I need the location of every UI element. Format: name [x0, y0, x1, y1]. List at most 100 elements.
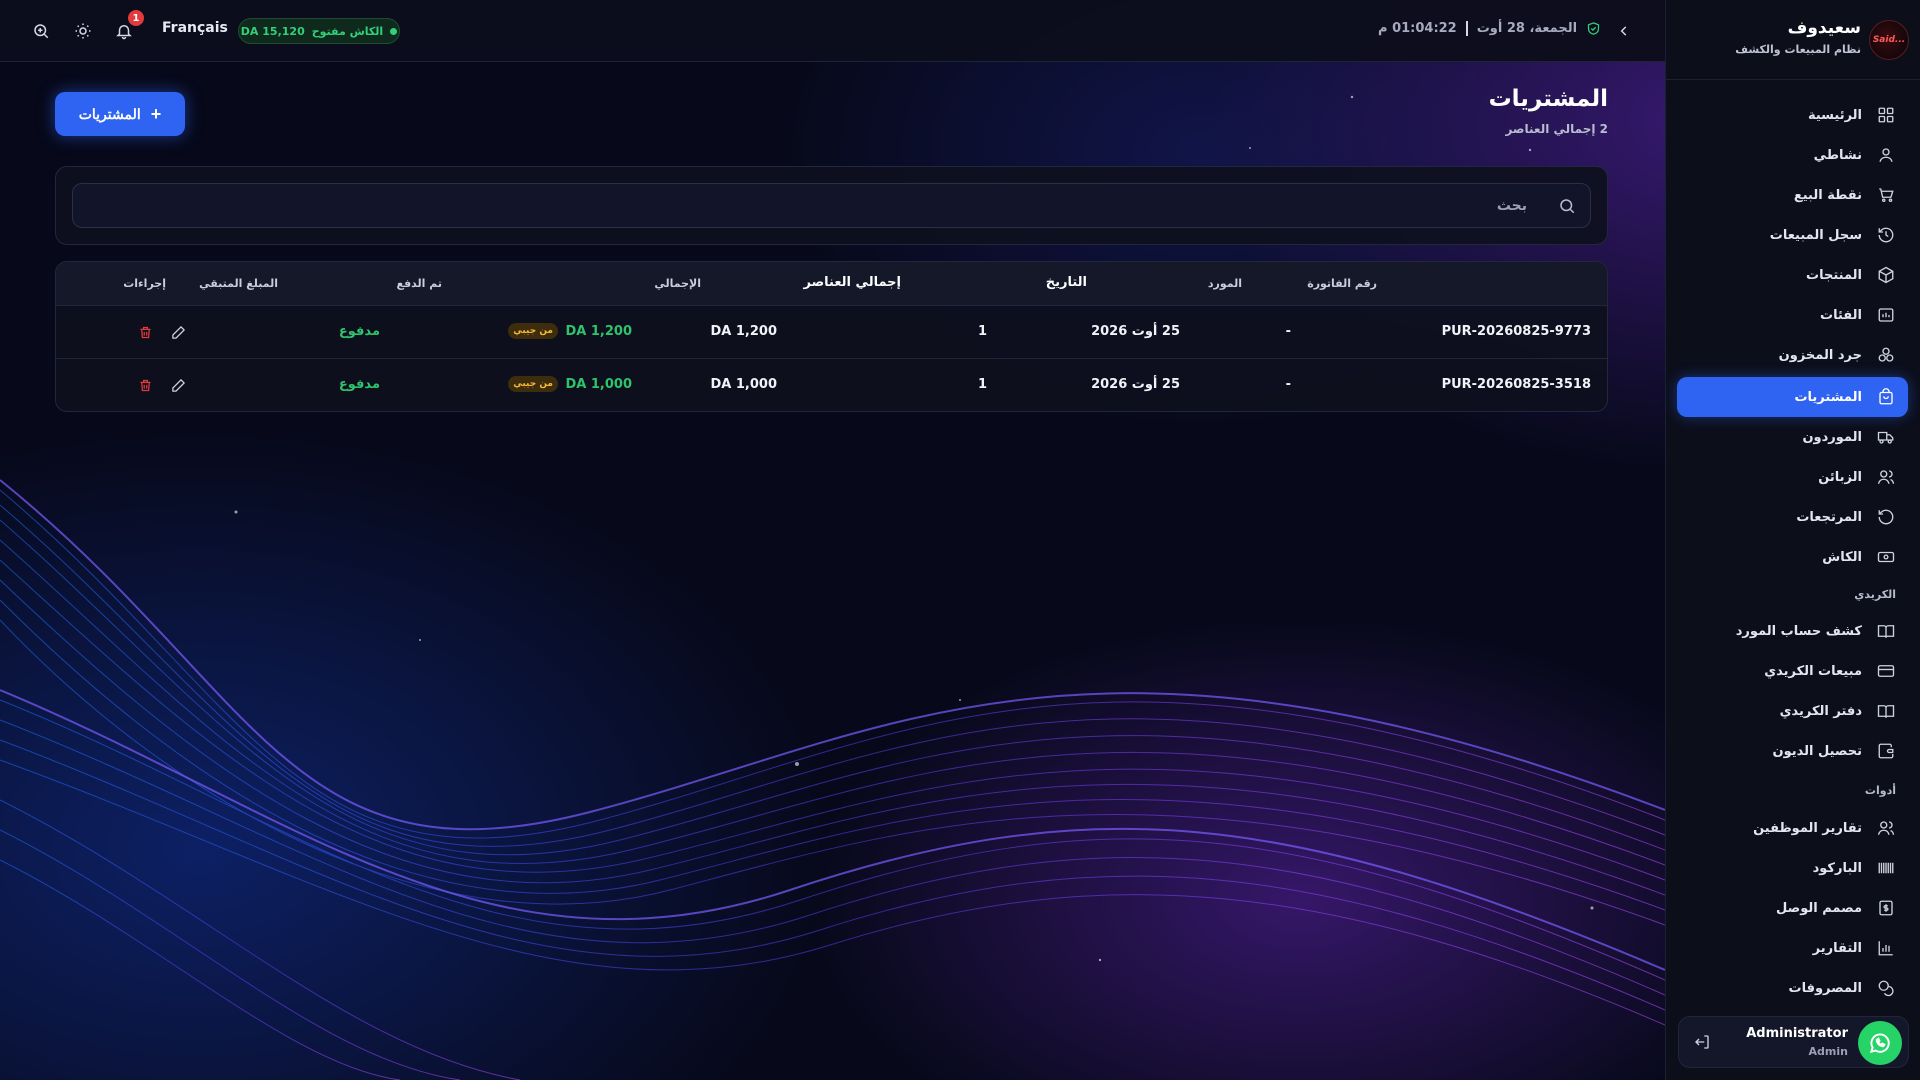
- logout-icon: [1695, 1035, 1709, 1049]
- top-bar: 1 Français الكاش مفتوح DA 15,120 الجمعة،…: [0, 0, 1665, 62]
- sidebar-item-purchases[interactable]: المشتريات: [1677, 377, 1908, 417]
- search-input[interactable]: [87, 184, 1527, 227]
- col-total[interactable]: الإجمالي: [654, 277, 701, 290]
- sidebar-item-pos[interactable]: نقطة البيع: [1677, 177, 1908, 213]
- divider: [1465, 21, 1468, 36]
- table-header: رقم الفاتورة المورد التاريخ إجمالي العنا…: [56, 262, 1607, 306]
- brand-subtitle: نظام المبيعات والكشف: [1735, 43, 1861, 56]
- chart-icon: [1876, 938, 1896, 958]
- notifications-button[interactable]: 1: [112, 10, 144, 43]
- sidebar-item-receipt-designer[interactable]: مصمم الوصل: [1677, 890, 1908, 926]
- col-paid[interactable]: تم الدفع: [396, 277, 442, 290]
- edit-button[interactable]: [169, 323, 187, 341]
- pencil-icon: [171, 325, 185, 339]
- table-row[interactable]: PUR-20260825-9773 - 25 أوت 2026 1 DA 1,2…: [56, 306, 1607, 359]
- invoice-number: PUR-20260825-9773: [1441, 324, 1591, 339]
- coins-icon: [1876, 978, 1896, 998]
- payment-source-badge: من جيبي: [508, 323, 558, 339]
- return-icon: [1876, 507, 1896, 527]
- section-tools: أدوات: [1864, 784, 1896, 797]
- remaining-status: مدفوع: [338, 377, 380, 392]
- items-count: 1: [977, 324, 987, 339]
- total-amount: DA 1,000: [710, 377, 778, 392]
- zoom-icon[interactable]: [29, 19, 53, 43]
- user-role: Admin: [1808, 1045, 1848, 1058]
- purchase-date: 25 أوت 2026: [1091, 324, 1180, 339]
- sidebar-item-reports[interactable]: التقارير: [1677, 930, 1908, 966]
- sidebar-item-activity[interactable]: نشاطي: [1677, 137, 1908, 173]
- sidebar-item-supplier-statement[interactable]: كشف حساب المورد: [1677, 613, 1908, 649]
- sidebar-item-returns[interactable]: المرتجعات: [1677, 499, 1908, 535]
- chevron-left-icon: [1620, 26, 1627, 36]
- col-items-total[interactable]: إجمالي العناصر: [804, 275, 902, 290]
- sidebar: Said... سعيدوف نظام المبيعات والكشف الرئ…: [1665, 0, 1920, 1080]
- supplier-name: -: [1285, 324, 1291, 339]
- users-icon: [1876, 467, 1896, 487]
- page-subtitle: 2 إجمالي العناصر: [1505, 122, 1608, 136]
- remaining-status: مدفوع: [338, 324, 380, 339]
- logout-button[interactable]: [1693, 1033, 1711, 1055]
- col-date[interactable]: التاريخ: [1046, 275, 1087, 290]
- time-label: 01:04:22 م: [1378, 21, 1457, 36]
- brand-logo: Said...: [1869, 20, 1909, 60]
- sidebar-item-debt-collection[interactable]: تحصيل الديون: [1677, 733, 1908, 769]
- brand-header: Said... سعيدوف نظام المبيعات والكشف: [1666, 0, 1920, 80]
- search-icon: [1558, 197, 1576, 219]
- background-art: [0, 0, 1665, 1080]
- search-box: [72, 183, 1591, 228]
- table-row[interactable]: PUR-20260825-3518 - 25 أوت 2026 1 DA 1,0…: [56, 359, 1607, 411]
- whatsapp-icon: [1869, 1033, 1890, 1054]
- history-icon: [1876, 225, 1896, 245]
- sidebar-item-products[interactable]: المنتجات: [1677, 257, 1908, 293]
- items-count: 1: [977, 377, 987, 392]
- delete-button[interactable]: [136, 323, 154, 341]
- whatsapp-button[interactable]: [1858, 1021, 1902, 1065]
- user-name: Administrator: [1746, 1026, 1848, 1041]
- paid-amount: DA 1,000: [565, 377, 633, 392]
- wallet-icon: [1876, 741, 1896, 761]
- sidebar-item-credit-sales[interactable]: مبيعات الكريدي: [1677, 653, 1908, 689]
- col-actions: إجراءات: [123, 277, 166, 290]
- col-invoice[interactable]: رقم الفاتورة: [1307, 277, 1377, 290]
- sidebar-item-sales-history[interactable]: سجل المبيعات: [1677, 217, 1908, 253]
- add-purchase-button[interactable]: + المشتريات: [55, 92, 185, 136]
- truck-icon: [1876, 427, 1896, 447]
- date-label: الجمعة، 28 أوت: [1476, 21, 1578, 36]
- book-icon: [1876, 701, 1896, 721]
- total-amount: DA 1,200: [710, 324, 778, 339]
- sidebar-item-home[interactable]: الرئيسية: [1677, 97, 1908, 133]
- card-icon: [1876, 661, 1896, 681]
- theme-toggle-icon[interactable]: [71, 19, 95, 43]
- sidebar-item-customers[interactable]: الزبائن: [1677, 459, 1908, 495]
- page-title: المشتريات: [1488, 86, 1608, 112]
- delete-button[interactable]: [136, 376, 154, 394]
- receipt-icon: [1876, 898, 1896, 918]
- col-remaining[interactable]: المبلغ المتبقي: [199, 277, 278, 290]
- sidebar-item-cash[interactable]: الكاش: [1677, 539, 1908, 575]
- shield-check-icon: [1587, 22, 1600, 35]
- trash-icon: [140, 326, 150, 338]
- bell-icon: [116, 25, 132, 40]
- date-time-display: الجمعة، 28 أوت 01:04:22 م: [1378, 21, 1601, 36]
- sidebar-item-employee-reports[interactable]: تقارير الموظفين: [1677, 810, 1908, 846]
- sidebar-item-suppliers[interactable]: الموردون: [1677, 419, 1908, 455]
- plus-icon: +: [150, 104, 162, 124]
- search-card: [55, 166, 1608, 245]
- pencil-icon: [171, 378, 185, 392]
- invoice-number: PUR-20260825-3518: [1441, 377, 1591, 392]
- cash-icon: [1876, 547, 1896, 567]
- grid-icon: [1876, 105, 1896, 125]
- box-icon: [1876, 265, 1896, 285]
- cash-status-badge[interactable]: الكاش مفتوح DA 15,120: [238, 18, 400, 44]
- edit-button[interactable]: [169, 376, 187, 394]
- stock-icon: [1876, 345, 1896, 365]
- col-supplier[interactable]: المورد: [1208, 277, 1242, 290]
- sidebar-item-categories[interactable]: الفئات: [1677, 297, 1908, 333]
- sidebar-item-barcode[interactable]: الباركود: [1677, 850, 1908, 886]
- notification-badge: 1: [128, 10, 144, 26]
- sidebar-item-expenses[interactable]: المصروفات: [1677, 970, 1908, 1006]
- sidebar-item-credit-ledger[interactable]: دفتر الكريدي: [1677, 693, 1908, 729]
- sidebar-item-inventory[interactable]: جرد المخزون: [1677, 337, 1908, 373]
- language-switch[interactable]: Français: [162, 20, 228, 36]
- collapse-sidebar-button[interactable]: [1612, 19, 1636, 43]
